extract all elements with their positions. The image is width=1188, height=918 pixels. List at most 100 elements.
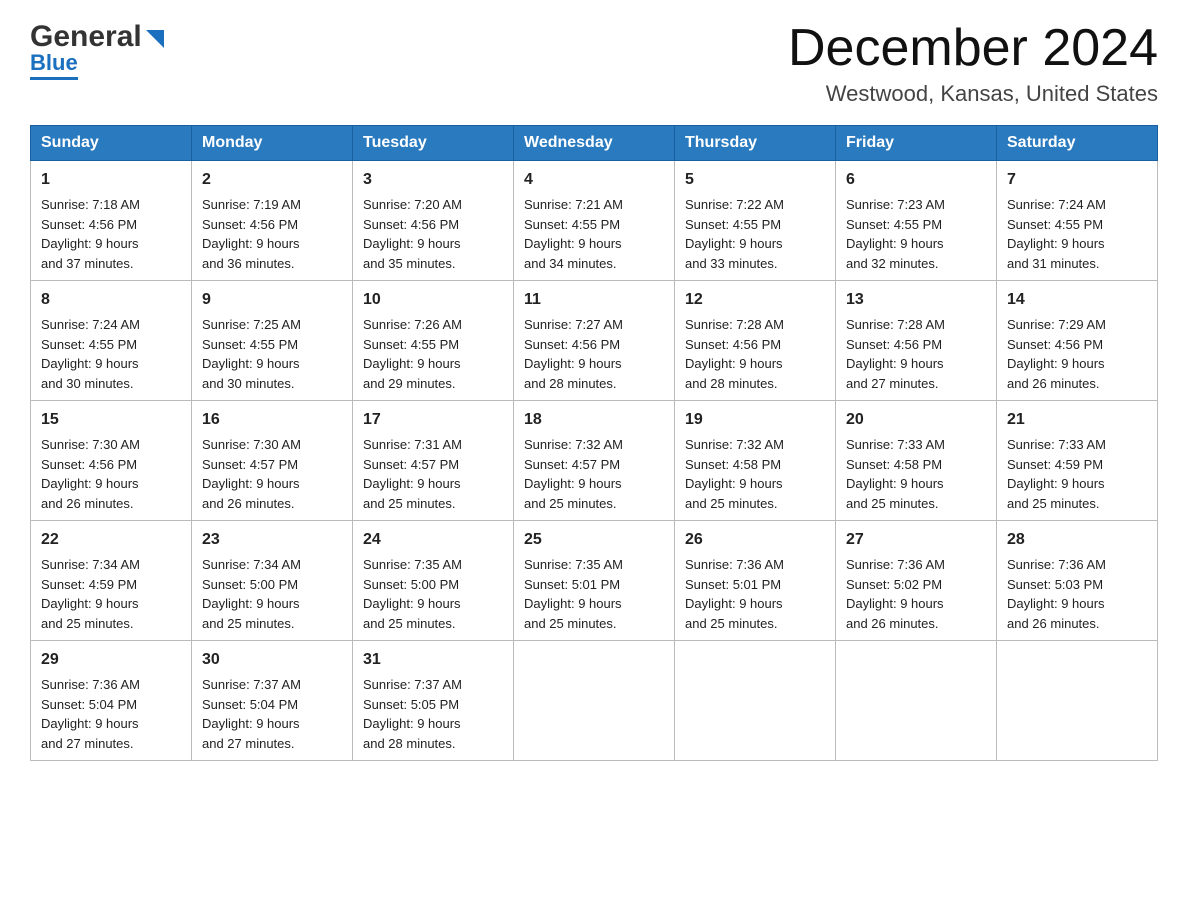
- calendar-cell: 30 Sunrise: 7:37 AMSunset: 5:04 PMDayligh…: [192, 641, 353, 761]
- day-info: Sunrise: 7:37 AMSunset: 5:04 PMDaylight:…: [202, 677, 301, 751]
- calendar-cell: 27 Sunrise: 7:36 AMSunset: 5:02 PMDayligh…: [836, 521, 997, 641]
- calendar-cell: 17Sunrise: 7:31 AMSunset: 4:57 PMDayligh…: [353, 401, 514, 521]
- calendar-week-row: 29Sunrise: 7:36 AMSunset: 5:04 PMDayligh…: [31, 641, 1158, 761]
- weekday-header-monday: Monday: [192, 126, 353, 161]
- calendar-cell: 19 Sunrise: 7:32 AMSunset: 4:58 PMDayligh…: [675, 401, 836, 521]
- day-number: 16: [202, 408, 342, 432]
- calendar-cell: 14Sunrise: 7:29 AMSunset: 4:56 PMDayligh…: [997, 281, 1158, 401]
- day-number: 3: [363, 168, 503, 192]
- calendar-week-row: 1 Sunrise: 7:18 AMSunset: 4:56 PMDaylight…: [31, 161, 1158, 281]
- weekday-header-row: SundayMondayTuesdayWednesdayThursdayFrid…: [31, 126, 1158, 161]
- day-info: Sunrise: 7:34 AMSunset: 4:59 PMDaylight:…: [41, 557, 140, 631]
- calendar-cell: 15 Sunrise: 7:30 AMSunset: 4:56 PMDayligh…: [31, 401, 192, 521]
- day-info: Sunrise: 7:18 AMSunset: 4:56 PMDaylight:…: [41, 197, 140, 271]
- calendar-cell: [836, 641, 997, 761]
- day-number: 21: [1007, 408, 1147, 432]
- calendar-cell: 1 Sunrise: 7:18 AMSunset: 4:56 PMDaylight…: [31, 161, 192, 281]
- calendar-cell: 8 Sunrise: 7:24 AMSunset: 4:55 PMDaylight…: [31, 281, 192, 401]
- logo-blue-text: Blue: [30, 50, 78, 80]
- day-info: Sunrise: 7:33 AMSunset: 4:59 PMDaylight:…: [1007, 437, 1106, 511]
- day-number: 19: [685, 408, 825, 432]
- weekday-header-wednesday: Wednesday: [514, 126, 675, 161]
- day-number: 27: [846, 528, 986, 552]
- day-info: Sunrise: 7:30 AMSunset: 4:57 PMDaylight:…: [202, 437, 301, 511]
- weekday-header-friday: Friday: [836, 126, 997, 161]
- day-info: Sunrise: 7:34 AMSunset: 5:00 PMDaylight:…: [202, 557, 301, 631]
- calendar-cell: 22Sunrise: 7:34 AMSunset: 4:59 PMDayligh…: [31, 521, 192, 641]
- day-number: 28: [1007, 528, 1147, 552]
- calendar-week-row: 8 Sunrise: 7:24 AMSunset: 4:55 PMDaylight…: [31, 281, 1158, 401]
- day-number: 15: [41, 408, 181, 432]
- day-info: Sunrise: 7:26 AMSunset: 4:55 PMDaylight:…: [363, 317, 462, 391]
- day-number: 12: [685, 288, 825, 312]
- day-number: 2: [202, 168, 342, 192]
- day-number: 25: [524, 528, 664, 552]
- day-number: 26: [685, 528, 825, 552]
- calendar-cell: 11Sunrise: 7:27 AMSunset: 4:56 PMDayligh…: [514, 281, 675, 401]
- calendar-cell: 23Sunrise: 7:34 AMSunset: 5:00 PMDayligh…: [192, 521, 353, 641]
- weekday-header-tuesday: Tuesday: [353, 126, 514, 161]
- calendar-cell: 31Sunrise: 7:37 AMSunset: 5:05 PMDayligh…: [353, 641, 514, 761]
- calendar-cell: 6 Sunrise: 7:23 AMSunset: 4:55 PMDaylight…: [836, 161, 997, 281]
- day-info: Sunrise: 7:28 AMSunset: 4:56 PMDaylight:…: [846, 317, 945, 391]
- day-number: 29: [41, 648, 181, 672]
- weekday-header-thursday: Thursday: [675, 126, 836, 161]
- weekday-header-sunday: Sunday: [31, 126, 192, 161]
- calendar-cell: 16 Sunrise: 7:30 AMSunset: 4:57 PMDayligh…: [192, 401, 353, 521]
- day-number: 11: [524, 288, 664, 312]
- calendar-cell: 20 Sunrise: 7:33 AMSunset: 4:58 PMDayligh…: [836, 401, 997, 521]
- logo: General Blue: [30, 20, 166, 80]
- day-info: Sunrise: 7:32 AMSunset: 4:58 PMDaylight:…: [685, 437, 784, 511]
- calendar-cell: [514, 641, 675, 761]
- day-info: Sunrise: 7:19 AMSunset: 4:56 PMDaylight:…: [202, 197, 301, 271]
- day-info: Sunrise: 7:22 AMSunset: 4:55 PMDaylight:…: [685, 197, 784, 271]
- calendar-cell: 28 Sunrise: 7:36 AMSunset: 5:03 PMDayligh…: [997, 521, 1158, 641]
- calendar-cell: 3 Sunrise: 7:20 AMSunset: 4:56 PMDaylight…: [353, 161, 514, 281]
- day-info: Sunrise: 7:35 AMSunset: 5:01 PMDaylight:…: [524, 557, 623, 631]
- calendar-cell: 21 Sunrise: 7:33 AMSunset: 4:59 PMDayligh…: [997, 401, 1158, 521]
- month-title: December 2024: [788, 20, 1158, 77]
- day-number: 8: [41, 288, 181, 312]
- location-title: Westwood, Kansas, United States: [788, 81, 1158, 107]
- header: General Blue December 2024 Westwood, Kan…: [30, 20, 1158, 107]
- calendar-cell: 18 Sunrise: 7:32 AMSunset: 4:57 PMDayligh…: [514, 401, 675, 521]
- day-number: 9: [202, 288, 342, 312]
- day-info: Sunrise: 7:33 AMSunset: 4:58 PMDaylight:…: [846, 437, 945, 511]
- calendar-cell: 24 Sunrise: 7:35 AMSunset: 5:00 PMDayligh…: [353, 521, 514, 641]
- day-info: Sunrise: 7:24 AMSunset: 4:55 PMDaylight:…: [41, 317, 140, 391]
- calendar-week-row: 15 Sunrise: 7:30 AMSunset: 4:56 PMDayligh…: [31, 401, 1158, 521]
- calendar-cell: [997, 641, 1158, 761]
- day-number: 17: [363, 408, 503, 432]
- day-number: 1: [41, 168, 181, 192]
- calendar-cell: 26Sunrise: 7:36 AMSunset: 5:01 PMDayligh…: [675, 521, 836, 641]
- calendar-cell: 12 Sunrise: 7:28 AMSunset: 4:56 PMDayligh…: [675, 281, 836, 401]
- logo-triangle-icon: [144, 28, 166, 50]
- day-info: Sunrise: 7:21 AMSunset: 4:55 PMDaylight:…: [524, 197, 623, 271]
- calendar-cell: 25 Sunrise: 7:35 AMSunset: 5:01 PMDayligh…: [514, 521, 675, 641]
- day-info: Sunrise: 7:36 AMSunset: 5:03 PMDaylight:…: [1007, 557, 1106, 631]
- day-number: 7: [1007, 168, 1147, 192]
- calendar-cell: 2 Sunrise: 7:19 AMSunset: 4:56 PMDaylight…: [192, 161, 353, 281]
- calendar-cell: [675, 641, 836, 761]
- day-number: 6: [846, 168, 986, 192]
- calendar-table: SundayMondayTuesdayWednesdayThursdayFrid…: [30, 125, 1158, 761]
- day-number: 30: [202, 648, 342, 672]
- calendar-week-row: 22Sunrise: 7:34 AMSunset: 4:59 PMDayligh…: [31, 521, 1158, 641]
- day-info: Sunrise: 7:30 AMSunset: 4:56 PMDaylight:…: [41, 437, 140, 511]
- day-info: Sunrise: 7:23 AMSunset: 4:55 PMDaylight:…: [846, 197, 945, 271]
- day-number: 18: [524, 408, 664, 432]
- day-info: Sunrise: 7:20 AMSunset: 4:56 PMDaylight:…: [363, 197, 462, 271]
- calendar-cell: 7Sunrise: 7:24 AMSunset: 4:55 PMDaylight…: [997, 161, 1158, 281]
- title-area: December 2024 Westwood, Kansas, United S…: [788, 20, 1158, 107]
- day-info: Sunrise: 7:32 AMSunset: 4:57 PMDaylight:…: [524, 437, 623, 511]
- day-number: 20: [846, 408, 986, 432]
- day-number: 10: [363, 288, 503, 312]
- logo-general-text: General: [30, 20, 142, 54]
- calendar-cell: 29Sunrise: 7:36 AMSunset: 5:04 PMDayligh…: [31, 641, 192, 761]
- day-info: Sunrise: 7:36 AMSunset: 5:02 PMDaylight:…: [846, 557, 945, 631]
- day-info: Sunrise: 7:37 AMSunset: 5:05 PMDaylight:…: [363, 677, 462, 751]
- day-info: Sunrise: 7:25 AMSunset: 4:55 PMDaylight:…: [202, 317, 301, 391]
- day-info: Sunrise: 7:35 AMSunset: 5:00 PMDaylight:…: [363, 557, 462, 631]
- day-info: Sunrise: 7:28 AMSunset: 4:56 PMDaylight:…: [685, 317, 784, 391]
- day-number: 24: [363, 528, 503, 552]
